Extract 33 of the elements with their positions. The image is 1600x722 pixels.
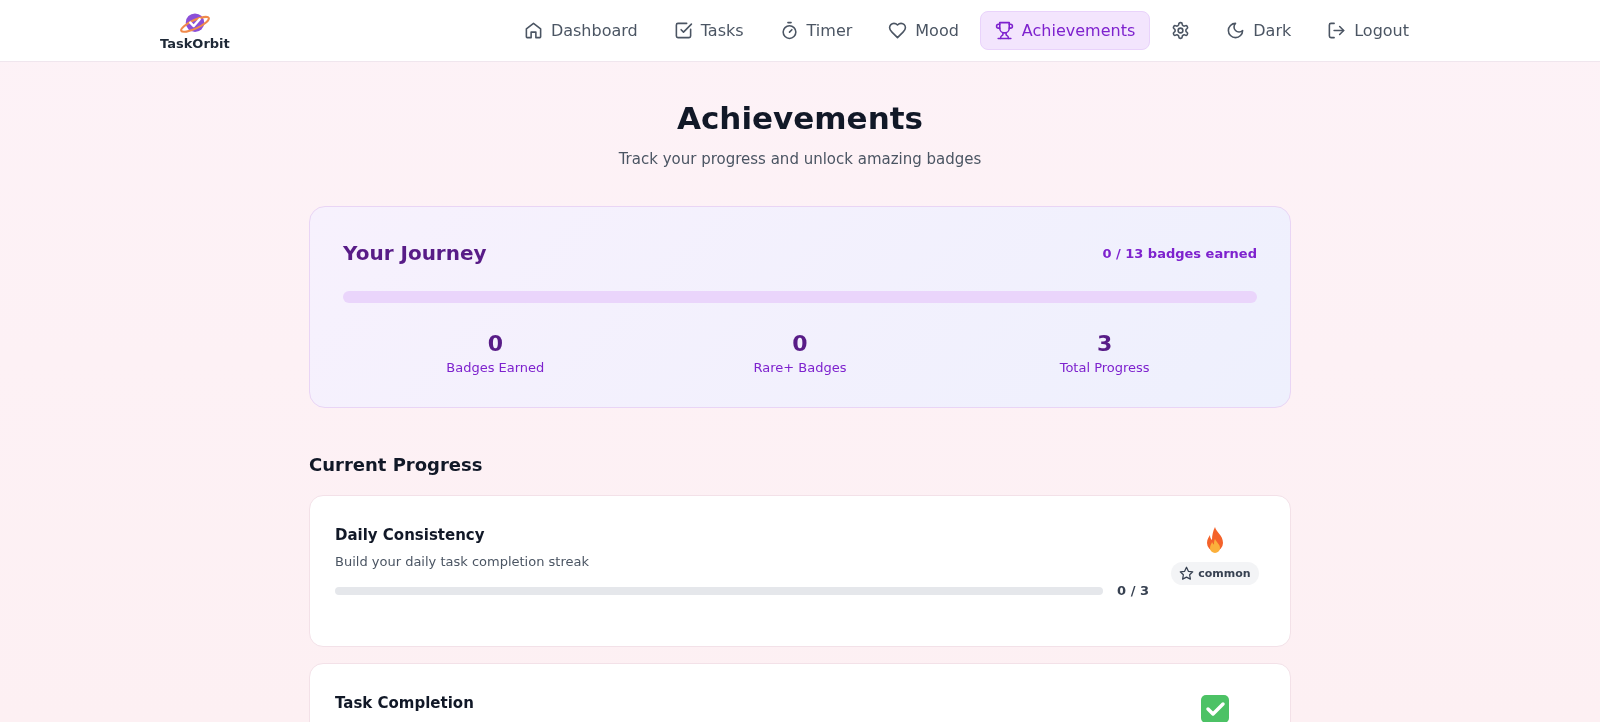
brand-name: TaskOrbit (160, 36, 230, 51)
section-title: Current Progress (309, 454, 484, 475)
badge-count: 0 / 13 badges earned (1102, 245, 1257, 261)
stat-label: Total Progress (1058, 360, 1151, 375)
progress-reading: 0 / 3 (1117, 583, 1149, 598)
nav-button[interactable]: Logout (1312, 11, 1424, 50)
nav-button[interactable]: Achievements (979, 11, 1151, 50)
card-title: Your Journey (343, 241, 487, 265)
stat-value: 0 (486, 331, 504, 356)
nav-button[interactable]: Dashboard (508, 11, 653, 50)
home-icon (523, 21, 543, 40)
stopwatch-icon (779, 21, 799, 40)
nav-button[interactable]: Mood (873, 11, 974, 50)
nav-button[interactable]: Dark (1211, 11, 1307, 50)
rarity-tag: common (1171, 562, 1259, 585)
achievement-description: Build your daily task completion streak (335, 554, 590, 569)
logout-icon (1327, 21, 1347, 40)
page-title: Achievements (676, 100, 924, 136)
star-icon (1179, 566, 1195, 581)
stat-value: 3 (1096, 331, 1114, 356)
achievement-title: Daily Consistency (335, 526, 486, 544)
settings-icon (1171, 21, 1191, 40)
moon-icon (1226, 21, 1246, 40)
stat-label: Rare+ Badges (752, 360, 848, 375)
achievement-title: Task Completion (335, 694, 475, 712)
nav-button[interactable]: Timer (764, 11, 868, 50)
checkbox-icon (673, 21, 693, 40)
nav-button[interactable]: Tasks (658, 11, 759, 50)
trophy-icon (994, 21, 1014, 40)
page-subtitle: Track your progress and unlock amazing badges (617, 150, 983, 168)
heart-icon (888, 21, 908, 40)
stat-value: 0 (791, 331, 809, 356)
stat-label: Badges Earned (445, 360, 546, 375)
